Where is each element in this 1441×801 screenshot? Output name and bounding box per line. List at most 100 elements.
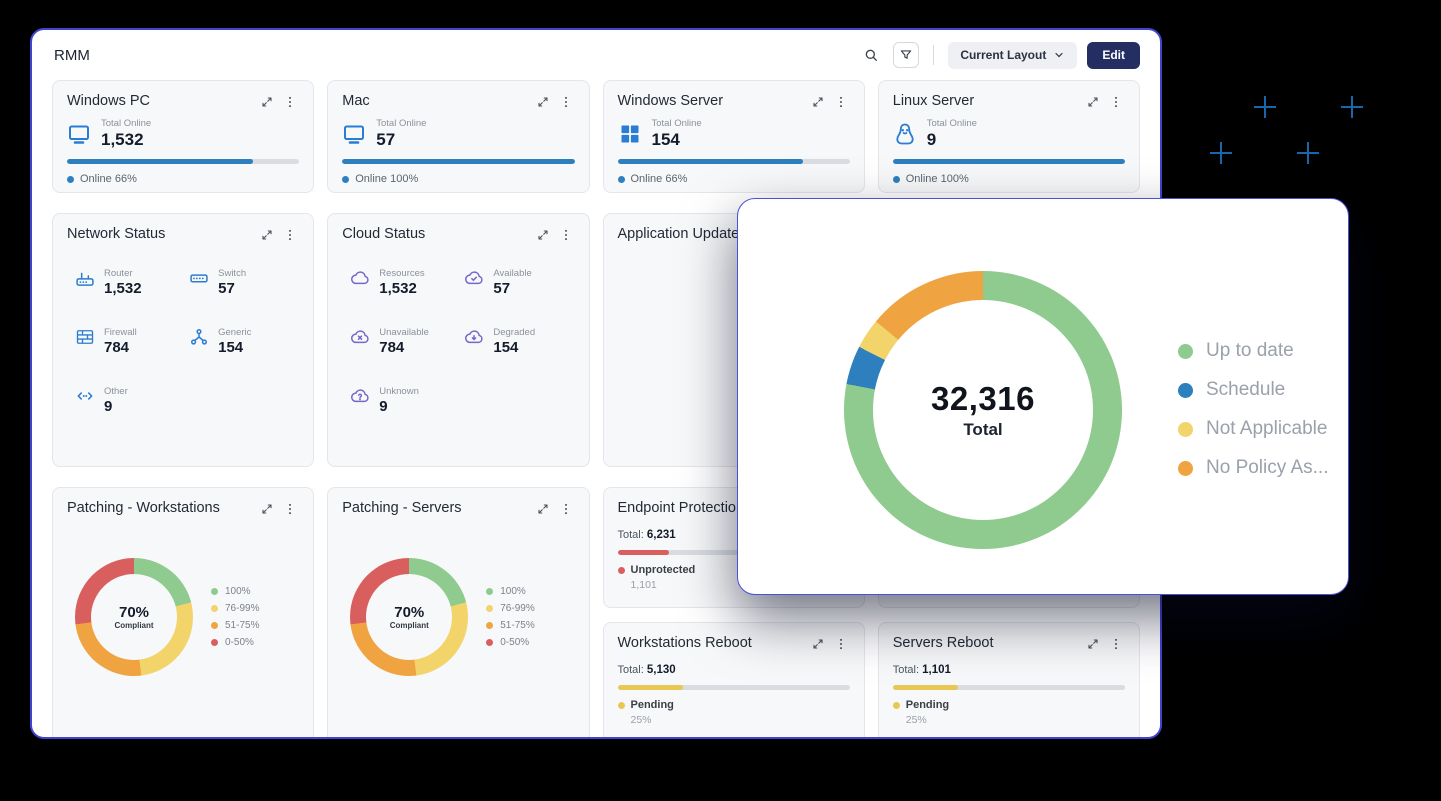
item-value: 9 <box>379 398 419 415</box>
legend-label: Up to date <box>1206 340 1294 362</box>
cloud-item: Degraded154 <box>464 327 572 356</box>
expand-button[interactable] <box>535 94 551 110</box>
layout-selector[interactable]: Current Layout <box>948 42 1077 69</box>
plus-icon <box>1210 142 1232 164</box>
item-value: 57 <box>493 280 531 297</box>
status-dot <box>618 567 625 574</box>
expand-button[interactable] <box>1085 94 1101 110</box>
item-value: 1,532 <box>104 280 142 297</box>
legend-label: Not Applicable <box>1206 418 1327 440</box>
expand-button[interactable] <box>259 227 275 243</box>
cloud-down-icon <box>464 327 484 347</box>
chevron-down-icon <box>1053 49 1065 61</box>
online-progress-bar <box>67 159 299 164</box>
total-label: Total: <box>893 664 919 676</box>
expand-icon <box>261 229 273 241</box>
card-title: Workstations Reboot <box>618 635 752 651</box>
status-label: Pending <box>631 699 674 711</box>
online-progress-bar <box>618 159 850 164</box>
card-title: Patching - Workstations <box>67 500 220 516</box>
cloud-check-icon <box>464 268 484 288</box>
search-button[interactable] <box>859 43 883 67</box>
card-menu-button[interactable] <box>281 226 299 244</box>
network-item: Firewall784 <box>75 327 183 356</box>
legend-dot <box>486 622 493 629</box>
kebab-menu-icon <box>1109 637 1123 651</box>
mac-card: Mac Total Online 57 Online 100% <box>327 80 589 193</box>
online-progress-bar <box>893 159 1125 164</box>
network-item: Switch57 <box>189 268 297 297</box>
windows-icon <box>618 122 642 146</box>
online-progress-bar <box>342 159 574 164</box>
expand-button[interactable] <box>535 227 551 243</box>
card-menu-button[interactable] <box>557 500 575 518</box>
item-value: 9 <box>104 398 128 415</box>
card-menu-button[interactable] <box>832 93 850 111</box>
patching-servers-card: Patching - Servers 70% Compliant 100% 76… <box>327 487 589 739</box>
card-menu-button[interactable] <box>281 93 299 111</box>
card-title: Windows Server <box>618 93 724 109</box>
status-label: Online 66% <box>80 173 137 185</box>
item-value: 1,532 <box>379 280 424 297</box>
router-icon <box>75 268 95 288</box>
expand-button[interactable] <box>810 94 826 110</box>
card-menu-button[interactable] <box>1107 93 1125 111</box>
stat-label: Total Online <box>101 118 151 129</box>
expand-button[interactable] <box>259 94 275 110</box>
legend-dot <box>486 605 493 612</box>
stat-label: Total Online <box>927 118 977 129</box>
cloud-items: Resources1,532 Available57 Unavailable78… <box>342 244 574 415</box>
status-dot <box>893 702 900 709</box>
expand-button[interactable] <box>1085 636 1101 652</box>
donut-center-value: 70% <box>394 604 424 621</box>
patching-legend: 100% 76-99% 51-75% 0-50% <box>486 580 534 654</box>
cloud-icon <box>350 268 370 288</box>
legend-dot <box>486 588 493 595</box>
workstations-reboot-card: Workstations Reboot Total: 5,130 Pending… <box>603 622 865 739</box>
expand-icon <box>537 503 549 515</box>
card-menu-button[interactable] <box>557 226 575 244</box>
expand-button[interactable] <box>259 501 275 517</box>
kebab-menu-icon <box>283 228 297 242</box>
kebab-menu-icon <box>834 95 848 109</box>
servers-reboot-card: Servers Reboot Total: 1,101 Pending 25% <box>878 622 1140 739</box>
popup-legend: Up to date Schedule Not Applicable No Po… <box>1178 323 1329 496</box>
status-dot <box>67 176 74 183</box>
card-menu-button[interactable] <box>557 93 575 111</box>
expand-icon <box>1087 638 1099 650</box>
legend-label: 76-99% <box>225 603 259 614</box>
item-label: Switch <box>218 268 246 279</box>
pending-progress-bar <box>618 685 850 690</box>
header-actions: Current Layout Edit <box>859 42 1140 69</box>
legend-item: 76-99% <box>486 603 534 614</box>
legend-item: 51-75% <box>486 620 534 631</box>
cloud-question-icon <box>350 386 370 406</box>
expand-button[interactable] <box>810 636 826 652</box>
item-label: Unavailable <box>379 327 429 338</box>
expand-icon <box>812 638 824 650</box>
card-menu-button[interactable] <box>832 635 850 653</box>
network-status-card: Network Status Router1,532 Switch57 Fi <box>52 213 314 467</box>
filter-button[interactable] <box>893 42 919 68</box>
network-item: Router1,532 <box>75 268 183 297</box>
status-dot <box>618 176 625 183</box>
status-label: Pending <box>906 699 949 711</box>
card-menu-button[interactable] <box>281 500 299 518</box>
item-label: Generic <box>218 327 251 338</box>
cloud-item: Unavailable784 <box>350 327 458 356</box>
item-label: Unknown <box>379 386 419 397</box>
card-title: Linux Server <box>893 93 974 109</box>
expand-button[interactable] <box>535 501 551 517</box>
legend-item: Up to date <box>1178 340 1329 362</box>
search-icon <box>863 47 879 63</box>
card-menu-button[interactable] <box>1107 635 1125 653</box>
window-header: RMM Current Layout Edit <box>32 30 1160 78</box>
legend-item: Not Applicable <box>1178 418 1329 440</box>
status-label: Online 100% <box>355 173 418 185</box>
legend-item: Schedule <box>1178 379 1329 401</box>
total-value: 5,130 <box>647 664 676 676</box>
item-label: Firewall <box>104 327 137 338</box>
edit-button[interactable]: Edit <box>1087 42 1140 69</box>
network-item: Other9 <box>75 386 183 415</box>
expand-icon <box>812 96 824 108</box>
